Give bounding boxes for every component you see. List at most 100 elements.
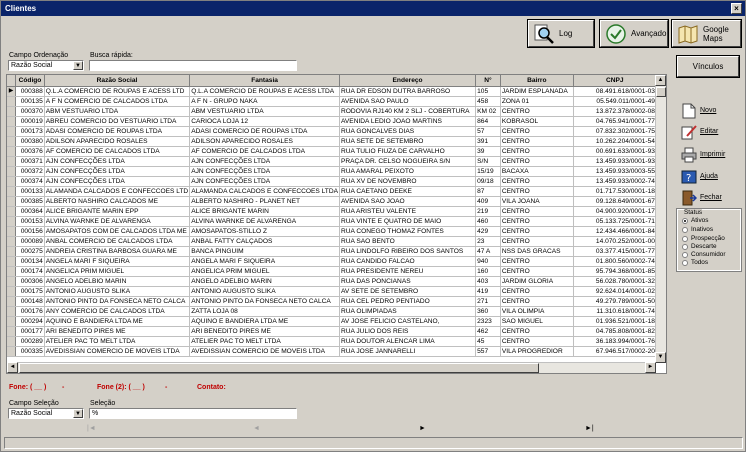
- column-header[interactable]: CNPJ: [573, 75, 657, 87]
- table-cell[interactable]: 13.459.933/0003-55: [573, 166, 657, 177]
- table-cell[interactable]: ALVINA WARNKE DE ALVARENGA: [44, 216, 191, 227]
- table-cell[interactable]: ANBAL FATTY CALÇADOS: [189, 236, 340, 247]
- table-row[interactable]: 000177 ARI BENEDITO PIRES ME ARI BENEDITO …: [7, 326, 666, 337]
- table-cell[interactable]: RUA PRESIDENTE NEREU: [339, 266, 477, 277]
- table-cell[interactable]: RUA SAO BENTO: [339, 236, 477, 247]
- table-cell[interactable]: RUA AMARAL PEIXOTO: [339, 166, 477, 177]
- horizontal-scroll-thumb[interactable]: [19, 363, 539, 373]
- table-cell[interactable]: ADILSON APARECIDO ROSALES: [189, 136, 340, 147]
- table-cell[interactable]: ANTONIO PINTO DA FONSECA NETO CALCA: [44, 296, 191, 307]
- table-cell[interactable]: 462: [475, 326, 501, 337]
- print-button[interactable]: Imprimir: [677, 144, 739, 165]
- table-cell[interactable]: AVEDISSIAN COMERCIO DE MOVEIS LTDA: [44, 346, 191, 357]
- table-row[interactable]: 000376 AF COMERCIO DE CALCADOS LTDA AF COM…: [7, 146, 666, 157]
- table-cell[interactable]: AJN CONFECÇÕES LTDA: [44, 166, 191, 177]
- table-cell[interactable]: ANGELICA PRIM MIGUEL: [44, 266, 191, 277]
- table-cell[interactable]: 940: [475, 256, 501, 267]
- table-cell[interactable]: ANDREIA CRISTINA BARBOSA GUARA ME: [44, 246, 191, 257]
- table-cell[interactable]: 07.832.302/0001-75: [573, 126, 657, 137]
- table-cell[interactable]: 08.491.618/0001-03: [573, 86, 657, 97]
- table-cell[interactable]: SAO MIGUEL: [500, 316, 574, 327]
- table-cell[interactable]: JARDIM GLORIA: [500, 276, 574, 287]
- table-cell[interactable]: ALICE BRIGANTE MARIN EPP: [44, 206, 191, 217]
- table-cell[interactable]: 429: [475, 226, 501, 237]
- table-cell[interactable]: 01.717.530/0001-18: [573, 186, 657, 197]
- table-cell[interactable]: RUA SETE DE SETEMBRO: [339, 136, 477, 147]
- table-cell[interactable]: 219: [475, 206, 501, 217]
- table-cell[interactable]: 000134: [15, 256, 45, 267]
- table-cell[interactable]: CENTRO: [500, 236, 574, 247]
- scroll-right-icon[interactable]: ►: [645, 362, 656, 373]
- table-cell[interactable]: ATELIER PAC TO MELT LTDA: [44, 336, 191, 347]
- table-cell[interactable]: 000388: [15, 86, 45, 97]
- table-cell[interactable]: 05.133.725/0001-71: [573, 216, 657, 227]
- table-cell[interactable]: AVENIDA SAO PAULO: [339, 96, 477, 107]
- table-cell[interactable]: KOBRASOL: [500, 116, 574, 127]
- table-row[interactable]: 000335 AVEDISSIAN COMERCIO DE MOVEIS LTDA…: [7, 346, 666, 357]
- table-cell[interactable]: 92.624.014/0001-02: [573, 286, 657, 297]
- table-row[interactable]: 000019 ABREU COMERCIO DO VESTUARIO LTDA CA…: [7, 116, 666, 127]
- table-cell[interactable]: 01.936.521/0001-18: [573, 316, 657, 327]
- table-cell[interactable]: 460: [475, 216, 501, 227]
- table-cell[interactable]: AQUINO E BANDIERA LTDA ME: [189, 316, 340, 327]
- quick-search-input[interactable]: [89, 60, 297, 71]
- table-cell[interactable]: BANCA PINGUIM: [189, 246, 340, 257]
- table-cell[interactable]: 57: [475, 126, 501, 137]
- table-cell[interactable]: 000370: [15, 106, 45, 117]
- table-cell[interactable]: 000019: [15, 116, 45, 127]
- table-cell[interactable]: RUA DOUTOR ALENCAR LIMA: [339, 336, 477, 347]
- table-cell[interactable]: CENTRO: [500, 286, 574, 297]
- table-cell[interactable]: 271: [475, 296, 501, 307]
- table-cell[interactable]: 04.785.808/0001-82: [573, 326, 657, 337]
- table-cell[interactable]: CENTRO: [500, 106, 574, 117]
- table-row[interactable]: 000306 ANGELO ADELBIO MARIN ANGELO ADELBIO…: [7, 276, 666, 287]
- table-cell[interactable]: 000089: [15, 236, 45, 247]
- table-cell[interactable]: 000177: [15, 326, 45, 337]
- table-cell[interactable]: 15/19: [475, 166, 501, 177]
- table-cell[interactable]: CENTRO: [500, 336, 574, 347]
- table-row[interactable]: 000380 ADILSON APARECIDO ROSALES ADILSON A…: [7, 136, 666, 147]
- table-cell[interactable]: 05.549.011/0001-49: [573, 96, 657, 107]
- table-cell[interactable]: 12.434.466/0001-84: [573, 226, 657, 237]
- table-cell[interactable]: 391: [475, 136, 501, 147]
- table-cell[interactable]: S/N: [475, 156, 501, 167]
- table-row[interactable]: 000364 ALICE BRIGANTE MARIN EPP ALICE BRIG…: [7, 206, 666, 217]
- table-cell[interactable]: 10.262.204/0001-54: [573, 136, 657, 147]
- table-cell[interactable]: ANTONIO AUGUSTO SLIKA: [189, 286, 340, 297]
- table-cell[interactable]: RUA CEL PEDRO PENTIADO: [339, 296, 477, 307]
- table-cell[interactable]: RUA OLIMPIADAS: [339, 306, 477, 317]
- table-cell[interactable]: CENTRO: [500, 296, 574, 307]
- selection-field-select[interactable]: Razão Social ▼: [8, 408, 84, 419]
- table-cell[interactable]: 000173: [15, 126, 45, 137]
- table-cell[interactable]: 403: [475, 276, 501, 287]
- table-row[interactable]: 000148 ANTONIO PINTO DA FONSECA NETO CALC…: [7, 296, 666, 307]
- table-cell[interactable]: AMOSAPATOS COM DE CALCADOS LTDA ME: [44, 226, 191, 237]
- table-cell[interactable]: 2323: [475, 316, 501, 327]
- table-cell[interactable]: AMOSAPATOS-STILLO Z: [189, 226, 340, 237]
- table-cell[interactable]: CENTRO: [500, 326, 574, 337]
- table-cell[interactable]: ALBERTO NASHIRO CALCADOS ME: [44, 196, 191, 207]
- table-cell[interactable]: ANGELO ADELBIO MARIN: [44, 276, 191, 287]
- table-cell[interactable]: CENTRO: [500, 186, 574, 197]
- table-cell[interactable]: BACAXA: [500, 166, 574, 177]
- table-cell[interactable]: ZONA 01: [500, 96, 574, 107]
- table-cell[interactable]: CENTRO: [500, 266, 574, 277]
- table-cell[interactable]: CENTRO: [500, 146, 574, 157]
- table-cell[interactable]: 95.794.368/0001-85: [573, 266, 657, 277]
- table-cell[interactable]: 000374: [15, 176, 45, 187]
- table-cell[interactable]: JARDIM ESPLANADA: [500, 86, 574, 97]
- status-option-ativos[interactable]: Ativos: [682, 217, 708, 224]
- table-cell[interactable]: 45: [475, 336, 501, 347]
- table-cell[interactable]: A F N COMERCIO DE CALCADOS LTDA: [44, 96, 191, 107]
- table-cell[interactable]: 000133: [15, 186, 45, 197]
- table-cell[interactable]: RUA CAETANO DEEKE: [339, 186, 477, 197]
- table-cell[interactable]: 13.459.933/0001-93: [573, 156, 657, 167]
- table-cell[interactable]: 160: [475, 266, 501, 277]
- table-cell[interactable]: RUA CONEGO THOMAZ FONTES: [339, 226, 477, 237]
- clients-grid[interactable]: Código Razão Social Fantasia Endereço N° Bair…: [6, 74, 667, 374]
- table-cell[interactable]: ABM VESTUARIO LTDA: [189, 106, 340, 117]
- vertical-scroll-thumb[interactable]: [656, 87, 666, 97]
- table-cell[interactable]: 000335: [15, 346, 45, 357]
- table-row[interactable]: 000153 ALVINA WARNKE DE ALVARENGA ALVINA W…: [7, 216, 666, 227]
- table-cell[interactable]: AJN CONFECÇÕES LTDA: [189, 176, 340, 187]
